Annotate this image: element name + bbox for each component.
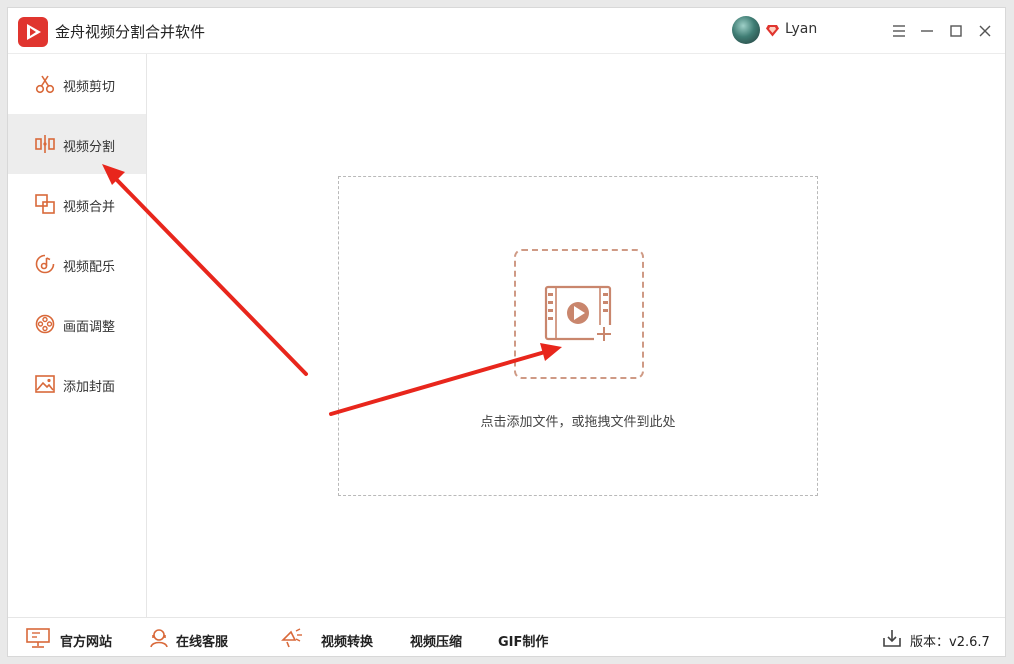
version-info[interactable]: 版本：v2.6.7 [882,618,997,658]
monitor-icon [26,628,50,648]
title-bar: 金舟视频分割合并软件 Lyan [8,8,1005,54]
sidebar-item-label: 视频合并 [63,200,116,215]
official-site-link[interactable]: 官方网站 [26,618,116,658]
vip-diamond-icon [766,25,779,37]
add-video-icon [544,285,614,345]
download-icon [883,630,901,647]
file-drop-zone[interactable]: 点击添加文件，或拖拽文件到此处 [338,176,818,496]
sidebar-item-label: 画面调整 [63,320,116,335]
maximize-icon [950,25,962,37]
official-site-label: 官方网站 [60,635,113,650]
minimize-button[interactable] [918,22,936,40]
maximize-button[interactable] [947,22,965,40]
megaphone-icon [281,628,302,648]
close-icon [979,25,991,37]
sidebar-item-video-cut[interactable]: 视频剪切 [8,54,146,114]
menu-button[interactable] [890,22,908,40]
version-label: 版本：v2.6.7 [910,635,990,650]
sidebar-item-add-cover[interactable]: 添加封面 [8,354,146,414]
add-file-button[interactable] [514,249,644,379]
online-service-label: 在线客服 [176,635,229,650]
scissors-icon [35,75,55,94]
sidebar-item-label: 视频剪切 [63,80,116,95]
sidebar-item-label: 视频分割 [63,140,116,155]
minimize-icon [921,30,933,32]
sidebar: 视频剪切 视频分割 视频合并 视频配乐 画面调整 添加封面 [8,54,147,617]
menu-icon [893,25,905,37]
sidebar-item-picture-adjust[interactable]: 画面调整 [8,294,146,354]
app-logo-icon [18,17,48,47]
video-convert-link[interactable]: 视频转换 [281,618,381,658]
sidebar-item-video-split[interactable]: 视频分割 [8,114,146,174]
close-button[interactable] [976,22,994,40]
username[interactable]: Lyan [785,21,817,37]
image-icon [35,375,55,393]
music-icon [35,254,55,274]
customer-service-icon [150,629,168,648]
video-convert-label: 视频转换 [321,635,374,650]
app-title: 金舟视频分割合并软件 [55,23,206,41]
sidebar-item-label: 添加封面 [63,380,116,395]
gif-make-link[interactable]: GIF制作 [498,631,548,650]
avatar[interactable] [732,16,760,44]
footer-bar: 官方网站 在线客服 视频转换 视频压缩 GIF制作 版本：v2.6.7 [8,617,1005,657]
drop-hint-text: 点击添加文件，或拖拽文件到此处 [480,415,676,430]
sidebar-item-label: 视频配乐 [63,260,116,275]
sidebar-item-video-music[interactable]: 视频配乐 [8,234,146,294]
video-compress-link[interactable]: 视频压缩 [410,631,462,650]
split-icon [35,135,55,153]
app-window: 金舟视频分割合并软件 Lyan 视频剪切 视频分割 视频合并 视频配乐 画面调整… [7,7,1006,657]
online-service-link[interactable]: 在线客服 [149,618,239,658]
sidebar-item-video-merge[interactable]: 视频合并 [8,174,146,234]
merge-icon [35,194,55,214]
film-reel-icon [35,314,55,334]
